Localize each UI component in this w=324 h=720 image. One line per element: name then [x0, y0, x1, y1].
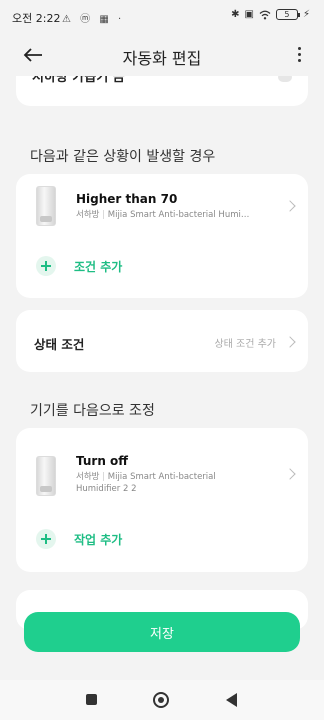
system-navigation-bar [0, 680, 324, 720]
condition-item[interactable]: Higher than 70 서하방 | Mijia Smart Anti-ba… [16, 174, 308, 234]
recent-apps-icon[interactable] [86, 694, 97, 705]
chevron-right-icon [284, 200, 296, 212]
chevron-right-icon [284, 468, 296, 480]
add-condition-button[interactable]: 조건 추가 [36, 256, 122, 276]
action-device: Mijia Smart Anti-bacterial [107, 472, 216, 482]
wifi-icon [259, 10, 271, 19]
state-condition-hint: 상태 조건 추가 [214, 339, 276, 350]
battery-icon: 5 [275, 9, 300, 20]
state-condition-label: 상태 조건 [34, 337, 85, 352]
condition-title: Higher than 70 [76, 192, 178, 206]
app-header: 자동화 편집 [0, 36, 324, 76]
signal-icon: ▣ [244, 9, 254, 20]
humidifier-device-icon [36, 186, 56, 226]
bluetooth-icon: ✱ [231, 9, 240, 20]
state-condition-card[interactable]: 상태 조건 상태 조건 추가 [16, 310, 308, 372]
condition-device: Mijia Smart Anti-bacterial Humi… [107, 210, 250, 220]
humidifier-device-icon [36, 456, 56, 496]
action-section-label: 기기를 다음으로 조정 [30, 403, 155, 419]
action-subtitle: 서하방 | Mijia Smart Anti-bacterial Humidif… [76, 472, 216, 494]
action-title: Turn off [76, 454, 129, 468]
plus-icon [36, 529, 56, 549]
status-time: 오전 2:22 [12, 12, 61, 25]
chevron-right-icon [284, 336, 296, 348]
page-title: 자동화 편집 [122, 49, 202, 68]
charging-icon: ⚡ [302, 9, 310, 20]
back-triangle-icon[interactable] [226, 693, 237, 707]
action-room: 서하방 [76, 472, 100, 482]
when-section-label: 다음과 같은 상황이 발생할 경우 [30, 149, 216, 165]
home-icon[interactable] [153, 692, 169, 708]
more-options-icon[interactable] [294, 45, 304, 65]
notification-icons: ⚠ ⓜ ▦ · [62, 14, 125, 25]
status-bar: 오전 2:22 ⚠ ⓜ ▦ · ✱ ▣ 5 ⚡ [0, 0, 324, 36]
condition-card: Higher than 70 서하방 | Mijia Smart Anti-ba… [16, 174, 308, 298]
plus-icon [36, 256, 56, 276]
action-item[interactable]: Turn off 서하방 | Mijia Smart Anti-bacteria… [16, 428, 308, 508]
condition-room: 서하방 [76, 210, 100, 220]
system-icons: ✱ ▣ 5 ⚡ [231, 9, 310, 20]
action-card: Turn off 서하방 | Mijia Smart Anti-bacteria… [16, 428, 308, 572]
condition-subtitle: 서하방 | Mijia Smart Anti-bacterial Humi… [76, 210, 250, 220]
add-action-label: 작업 추가 [74, 532, 123, 547]
save-button[interactable]: 저장 [24, 612, 300, 652]
add-action-button[interactable]: 작업 추가 [36, 529, 122, 549]
action-device-line2: Humidifier 2 2 [76, 484, 137, 494]
add-condition-label: 조건 추가 [74, 259, 123, 274]
